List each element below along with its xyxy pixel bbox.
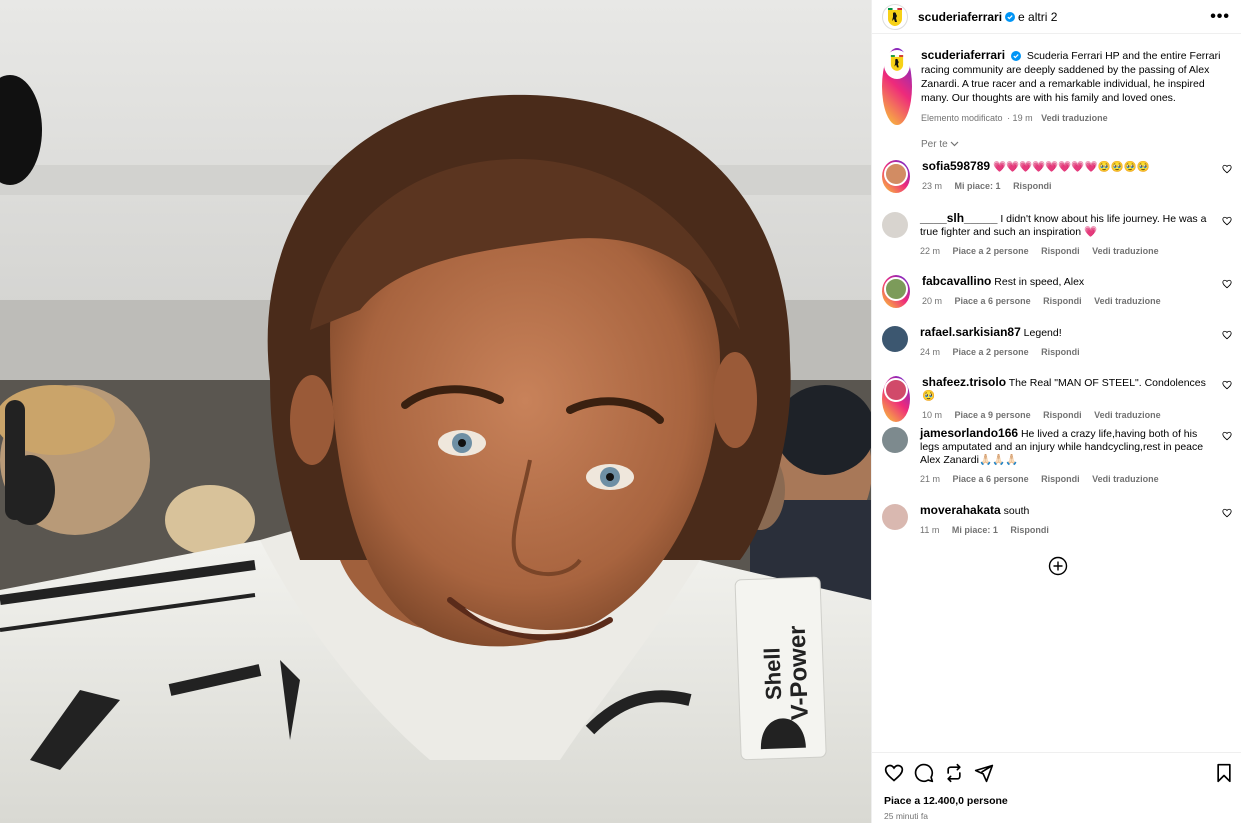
- comment-item: fabcavallino Rest in speed, Alex 20 m Pi…: [882, 275, 1232, 308]
- caption-time[interactable]: · 19 m: [1007, 113, 1033, 123]
- comment-like-heart-icon[interactable]: [1222, 508, 1232, 518]
- comment-username[interactable]: sofia598789: [922, 159, 990, 173]
- comment-avatar[interactable]: [882, 427, 908, 453]
- suit-brand-shell: Shell: [759, 647, 786, 700]
- comment-item: sofia598789 💗💗💗💗💗💗💗💗🥹🥹🥹🥹 23 m Mi piace: …: [882, 160, 1232, 193]
- comment-username[interactable]: ____slh_____: [920, 211, 997, 225]
- post-caption: scuderiaferrari Scuderia Ferrari HP and …: [882, 48, 1232, 125]
- post-photo[interactable]: Shell V-Power: [0, 0, 871, 823]
- comments-scroll-area[interactable]: scuderiaferrari Scuderia Ferrari HP and …: [872, 34, 1241, 752]
- load-more-comments-icon[interactable]: [1048, 556, 1068, 576]
- comment-text: 💗💗💗💗💗💗💗💗🥹🥹🥹🥹: [992, 161, 1150, 173]
- comment-time[interactable]: 24 m: [920, 347, 940, 357]
- comment-avatar[interactable]: [882, 504, 908, 530]
- comment-reply-button[interactable]: Rispondi: [1043, 296, 1082, 306]
- comment-likes[interactable]: Mi piace: 1: [952, 525, 998, 535]
- header-username[interactable]: scuderiaferrari: [918, 10, 1002, 24]
- verified-badge-icon: [1005, 11, 1016, 22]
- comment-translate-link[interactable]: Vedi traduzione: [1092, 246, 1159, 256]
- comment-likes[interactable]: Mi piace: 1: [955, 181, 1001, 191]
- comment-username[interactable]: moverahakata: [920, 503, 1001, 517]
- comment-like-heart-icon[interactable]: [1222, 216, 1232, 226]
- like-heart-icon[interactable]: [884, 763, 904, 783]
- caption-avatar[interactable]: [882, 48, 912, 125]
- comment-username[interactable]: jamesorlando166: [920, 426, 1018, 440]
- post-header: scuderiaferrari e altri 2 •••: [872, 0, 1241, 34]
- comment-reply-button[interactable]: Rispondi: [1043, 410, 1082, 420]
- likes-count[interactable]: Piace a 12.400,0 persone: [884, 795, 1008, 807]
- comment-reply-button[interactable]: Rispondi: [1041, 347, 1080, 357]
- more-options-icon[interactable]: •••: [1210, 8, 1230, 26]
- comment-likes[interactable]: Piace a 9 persone: [955, 410, 1031, 420]
- comment-reply-button[interactable]: Rispondi: [1013, 181, 1052, 191]
- comment-avatar[interactable]: [882, 275, 910, 308]
- comment-reply-button[interactable]: Rispondi: [1010, 525, 1049, 535]
- ferrari-shield-icon: [888, 7, 902, 26]
- comment-username[interactable]: rafael.sarkisian87: [920, 325, 1021, 339]
- caption-edited: Elemento modificato: [921, 113, 1003, 123]
- comment-filter-label: Per te: [921, 139, 948, 150]
- comment-likes[interactable]: Piace a 6 persone: [953, 474, 1029, 484]
- comment-avatar[interactable]: [882, 326, 908, 352]
- comment-item: ____slh_____ I didn't know about his lif…: [882, 212, 1232, 258]
- comment-time[interactable]: 10 m: [922, 410, 942, 420]
- comment-time[interactable]: 11 m: [920, 525, 939, 535]
- comment-item: moverahakata south 11 m Mi piace: 1 Risp…: [882, 504, 1232, 537]
- comment-like-heart-icon[interactable]: [1222, 164, 1232, 174]
- comment-reply-button[interactable]: Rispondi: [1041, 474, 1080, 484]
- verified-badge-icon: [1010, 51, 1021, 62]
- ferrari-shield-icon: [890, 55, 904, 71]
- comment-time[interactable]: 20 m: [922, 296, 942, 306]
- share-send-icon[interactable]: [974, 763, 994, 783]
- comment-avatar[interactable]: [882, 212, 908, 238]
- chevron-down-icon: [951, 141, 959, 147]
- comment-username[interactable]: fabcavallino: [922, 274, 991, 288]
- comment-like-heart-icon[interactable]: [1222, 380, 1232, 390]
- post-actions-bar: Piace a 12.400,0 persone 25 minuti fa: [872, 752, 1241, 823]
- header-collaborators[interactable]: e altri 2: [1018, 10, 1057, 24]
- save-bookmark-icon[interactable]: [1214, 763, 1234, 783]
- comment-translate-link[interactable]: Vedi traduzione: [1094, 296, 1161, 306]
- comment-icon[interactable]: [914, 763, 934, 783]
- comment-like-heart-icon[interactable]: [1222, 330, 1232, 340]
- comment-time[interactable]: 21 m: [920, 474, 940, 484]
- caption-translate-link[interactable]: Vedi traduzione: [1041, 113, 1108, 123]
- comment-text: Legend!: [1023, 327, 1062, 339]
- comment-likes[interactable]: Piace a 2 persone: [953, 347, 1029, 357]
- comment-time[interactable]: 23 m: [922, 181, 942, 191]
- comment-like-heart-icon[interactable]: [1222, 279, 1232, 289]
- repost-icon[interactable]: [944, 763, 964, 783]
- comment-likes[interactable]: Piace a 6 persone: [955, 296, 1031, 306]
- portrait-image: Shell V-Power: [0, 0, 871, 823]
- comment-like-heart-icon[interactable]: [1222, 431, 1232, 441]
- comment-item: shafeez.trisolo The Real "MAN OF STEEL".…: [882, 376, 1232, 422]
- comment-text: Rest in speed, Alex: [994, 276, 1085, 288]
- comment-avatar[interactable]: [882, 376, 910, 422]
- comment-translate-link[interactable]: Vedi traduzione: [1092, 474, 1159, 484]
- comment-item: jamesorlando166 He lived a crazy life,ha…: [882, 427, 1232, 486]
- post-time-ago[interactable]: 25 minuti fa: [884, 811, 928, 821]
- comment-text: south: [1003, 505, 1030, 517]
- caption-username[interactable]: scuderiaferrari: [921, 48, 1005, 62]
- comment-item: rafael.sarkisian87 Legend! 24 m Piace a …: [882, 326, 1232, 359]
- comment-filter-dropdown[interactable]: Per te: [921, 139, 959, 150]
- comment-translate-link[interactable]: Vedi traduzione: [1094, 410, 1161, 420]
- comment-username[interactable]: shafeez.trisolo: [922, 375, 1006, 389]
- comment-reply-button[interactable]: Rispondi: [1041, 246, 1080, 256]
- post-side-panel: scuderiaferrari e altri 2 ••• scuderiafe…: [871, 0, 1241, 823]
- comment-likes[interactable]: Piace a 2 persone: [953, 246, 1029, 256]
- comment-time[interactable]: 22 m: [920, 246, 940, 256]
- suit-brand-vpower: V-Power: [784, 625, 814, 721]
- comment-avatar[interactable]: [882, 160, 910, 193]
- ferrari-logo-avatar[interactable]: [882, 3, 908, 30]
